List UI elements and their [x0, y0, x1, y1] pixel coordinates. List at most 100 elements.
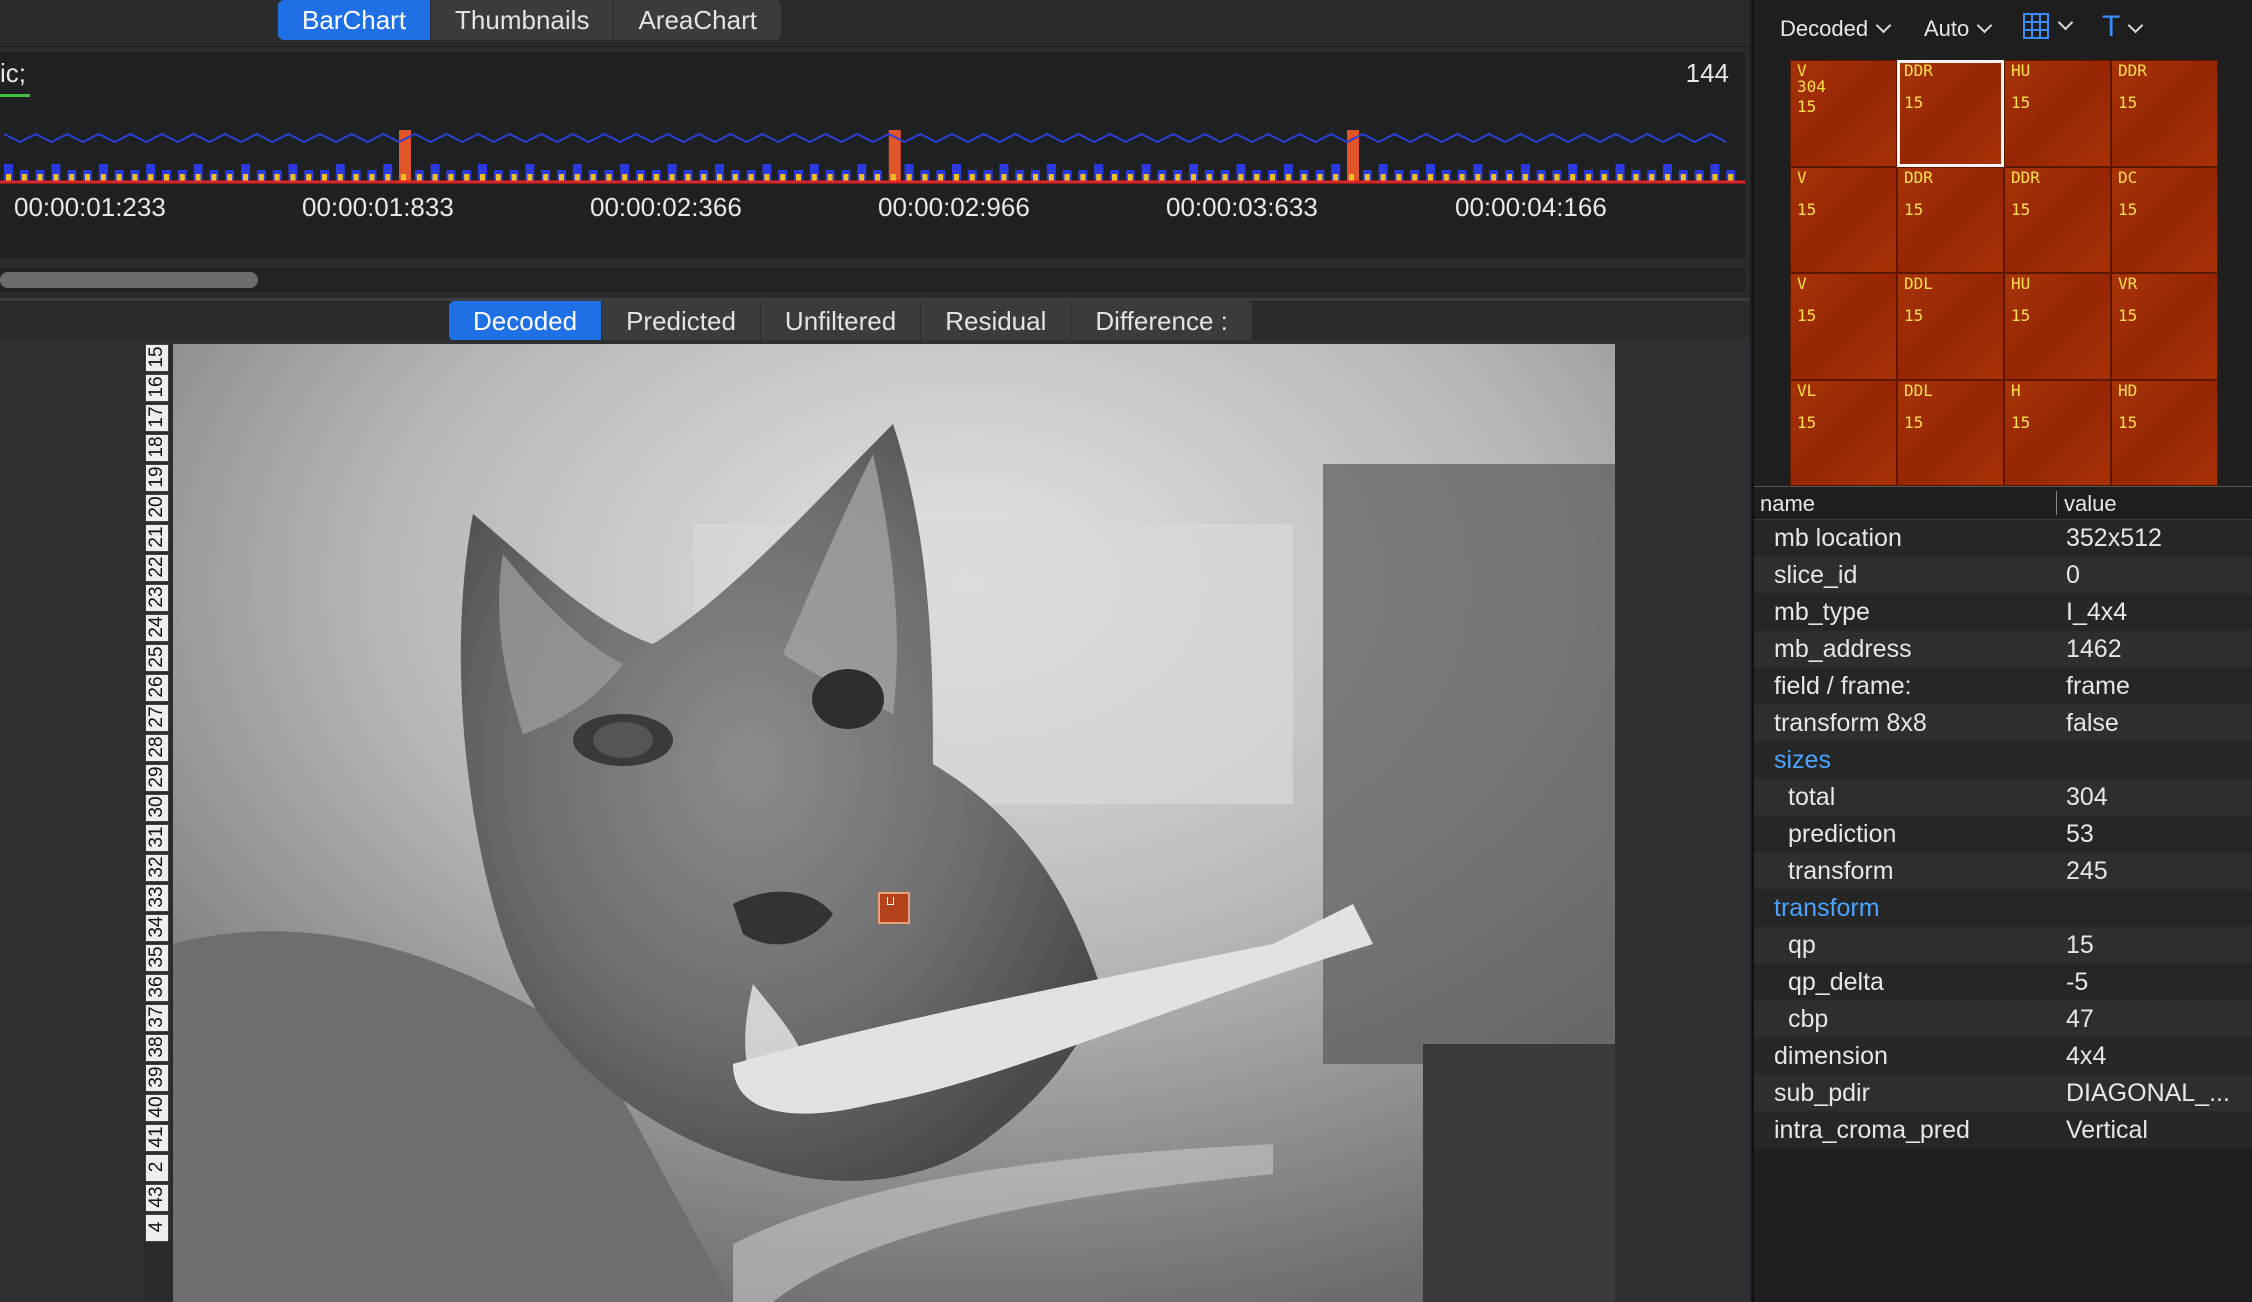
- time-tick-label: 00:00:02:366: [590, 192, 742, 222]
- ruler-cell: 35: [145, 944, 169, 972]
- property-name: field / frame:: [1774, 672, 1912, 700]
- tab-residual[interactable]: Residual: [921, 301, 1072, 341]
- subblock-qp: 15: [1904, 93, 1924, 112]
- subblock-qp: 15: [2011, 412, 2031, 432]
- subblock-cell[interactable]: DDL 15: [1897, 273, 2004, 380]
- subblock-qp: 15: [2011, 306, 2031, 325]
- ruler-cell: 41: [145, 1124, 169, 1152]
- column-header-value[interactable]: value: [2064, 491, 2117, 517]
- subblock-cell[interactable]: HU 15: [2004, 273, 2111, 380]
- subblock-cell[interactable]: DDL 15: [1897, 379, 2004, 486]
- scrollbar-thumb[interactable]: [0, 272, 258, 288]
- tab-predicted[interactable]: Predicted: [602, 301, 761, 341]
- macroblock-row-ruler: 15 16 17 18 19 20 21 22 23 24 25 26 27 28 29 30 31 32 33 34…: [143, 344, 173, 1302]
- subblock-cell[interactable]: HU 15: [2004, 60, 2111, 167]
- table-row[interactable]: cbp 47: [1754, 1001, 2252, 1038]
- ruler-label: 21: [146, 526, 167, 548]
- selected-macroblock-marker[interactable]: [878, 892, 910, 924]
- ruler-cell: 17: [145, 404, 169, 432]
- time-tick-label: 00:00:01:833: [302, 192, 454, 222]
- ruler-cell: 26: [145, 674, 169, 702]
- text-overlay-toggle[interactable]: T: [2102, 10, 2144, 44]
- tab-unfiltered[interactable]: Unfiltered: [761, 301, 922, 341]
- subblock-qp: 15: [1797, 306, 1817, 325]
- subblock-mode: VL: [1797, 380, 1817, 400]
- time-tick-label: 00:00:03:633: [1166, 192, 1318, 222]
- table-row[interactable]: sub_pdir DIAGONAL_...: [1754, 1075, 2252, 1112]
- macroblock-detail-grid[interactable]: V 304 15 DDR 15 HU 15 DDR 15 V 15 DDR 15 DDR 15 DC 15 V 15…: [1790, 60, 2218, 486]
- subblock-mode: DDR: [1904, 61, 1933, 80]
- ruler-cell: 25: [145, 644, 169, 672]
- subblock-cell[interactable]: H 15: [2004, 379, 2111, 486]
- ruler-cell: 18: [145, 434, 169, 462]
- bar-chart[interactable]: [0, 112, 1745, 192]
- tab-areachart[interactable]: AreaChart: [614, 0, 781, 40]
- table-header: name value: [1754, 486, 2252, 520]
- column-header-name[interactable]: name: [1760, 491, 1815, 517]
- ruler-label: 28: [146, 736, 167, 758]
- subblock-cell[interactable]: V 304 15: [1790, 60, 1897, 167]
- column-separator[interactable]: [2056, 491, 2057, 515]
- chart-mode-bar: BarChart Thumbnails AreaChart: [0, 0, 1750, 47]
- ruler-label: 18: [146, 436, 167, 458]
- table-row[interactable]: mb location 352x512: [1754, 520, 2252, 557]
- subblock-mode: DDL: [1904, 380, 1933, 400]
- subblock-mode: HU: [2011, 61, 2031, 80]
- inspector-pane: Decoded Auto T V 304 15 DDR 15 HU 15 DDR 15 V 15 DD…: [1752, 0, 2252, 1302]
- subblock-cell[interactable]: DC 15: [2111, 166, 2218, 273]
- text-icon: T: [2102, 10, 2121, 43]
- property-value: false: [2066, 709, 2119, 737]
- subblock-qp: 15: [2011, 199, 2031, 219]
- table-row[interactable]: transform 245: [1754, 853, 2252, 890]
- table-row[interactable]: field / frame: frame: [1754, 668, 2252, 705]
- subblock-cell[interactable]: DDR 15: [1897, 60, 2004, 167]
- subblock-cell[interactable]: VL 15: [1790, 379, 1897, 486]
- subblock-cell[interactable]: VR 15: [2111, 273, 2218, 380]
- ruler-label: 30: [146, 796, 167, 818]
- property-name: intra_croma_pred: [1774, 1116, 1970, 1144]
- bitrate-chart-panel[interactable]: ic; 144 00:00:01:233 00:00:01:833 00:00:02…: [0, 52, 1745, 258]
- ruler-label: 39: [146, 1066, 167, 1088]
- mode-dropdown[interactable]: Decoded: [1780, 16, 1892, 42]
- horizontal-scrollbar[interactable]: [0, 268, 1745, 292]
- subblock-cell[interactable]: HD 15: [2111, 379, 2218, 486]
- tab-difference[interactable]: Difference :: [1071, 301, 1251, 341]
- tab-thumbnails[interactable]: Thumbnails: [431, 0, 615, 40]
- grid-toggle[interactable]: [2022, 12, 2074, 46]
- decoded-frame[interactable]: [173, 344, 1615, 1302]
- ruler-cell: 22: [145, 554, 169, 582]
- table-row[interactable]: slice_id 0: [1754, 557, 2252, 594]
- table-row[interactable]: dimension 4x4: [1754, 1038, 2252, 1075]
- subblock-qp: 15: [2118, 199, 2138, 219]
- property-name: mb_address: [1774, 635, 1912, 663]
- tab-decoded[interactable]: Decoded: [449, 301, 603, 341]
- table-row[interactable]: qp_delta -5: [1754, 964, 2252, 1001]
- ruler-cell: 19: [145, 464, 169, 492]
- subblock-cell[interactable]: V 15: [1790, 273, 1897, 380]
- left-pane: BarChart Thumbnails AreaChart ic; 144 00:0…: [0, 0, 1750, 1302]
- table-row[interactable]: qp 15: [1754, 927, 2252, 964]
- subblock-cell[interactable]: DDR 15: [2004, 166, 2111, 273]
- scale-dropdown[interactable]: Auto: [1924, 16, 1993, 42]
- table-row[interactable]: total 304: [1754, 779, 2252, 816]
- table-row[interactable]: intra_croma_pred Vertical: [1754, 1112, 2252, 1149]
- ruler-label: 26: [146, 676, 167, 698]
- ruler-cell: 20: [145, 494, 169, 522]
- table-row[interactable]: prediction 53: [1754, 816, 2252, 853]
- tab-barchart[interactable]: BarChart: [278, 0, 432, 40]
- subblock-mode: DDL: [1904, 274, 1933, 293]
- property-value: Vertical: [2066, 1116, 2148, 1144]
- subblock-cell[interactable]: DDR 15: [1897, 166, 2004, 273]
- table-section-row[interactable]: sizes: [1754, 742, 2252, 779]
- subblock-mode: DC: [2118, 167, 2138, 187]
- ruler-cell: 39: [145, 1064, 169, 1092]
- subblock-cell[interactable]: DDR 15: [2111, 60, 2218, 167]
- subblock-qp: 15: [1797, 199, 1817, 219]
- table-row[interactable]: mb_type I_4x4: [1754, 594, 2252, 631]
- table-section-row[interactable]: transform: [1754, 890, 2252, 927]
- table-row[interactable]: transform 8x8 false: [1754, 705, 2252, 742]
- subblock-cell[interactable]: V 15: [1790, 166, 1897, 273]
- property-name: mb_type: [1774, 598, 1870, 626]
- property-name: sub_pdir: [1774, 1079, 1870, 1107]
- table-row[interactable]: mb_address 1462: [1754, 631, 2252, 668]
